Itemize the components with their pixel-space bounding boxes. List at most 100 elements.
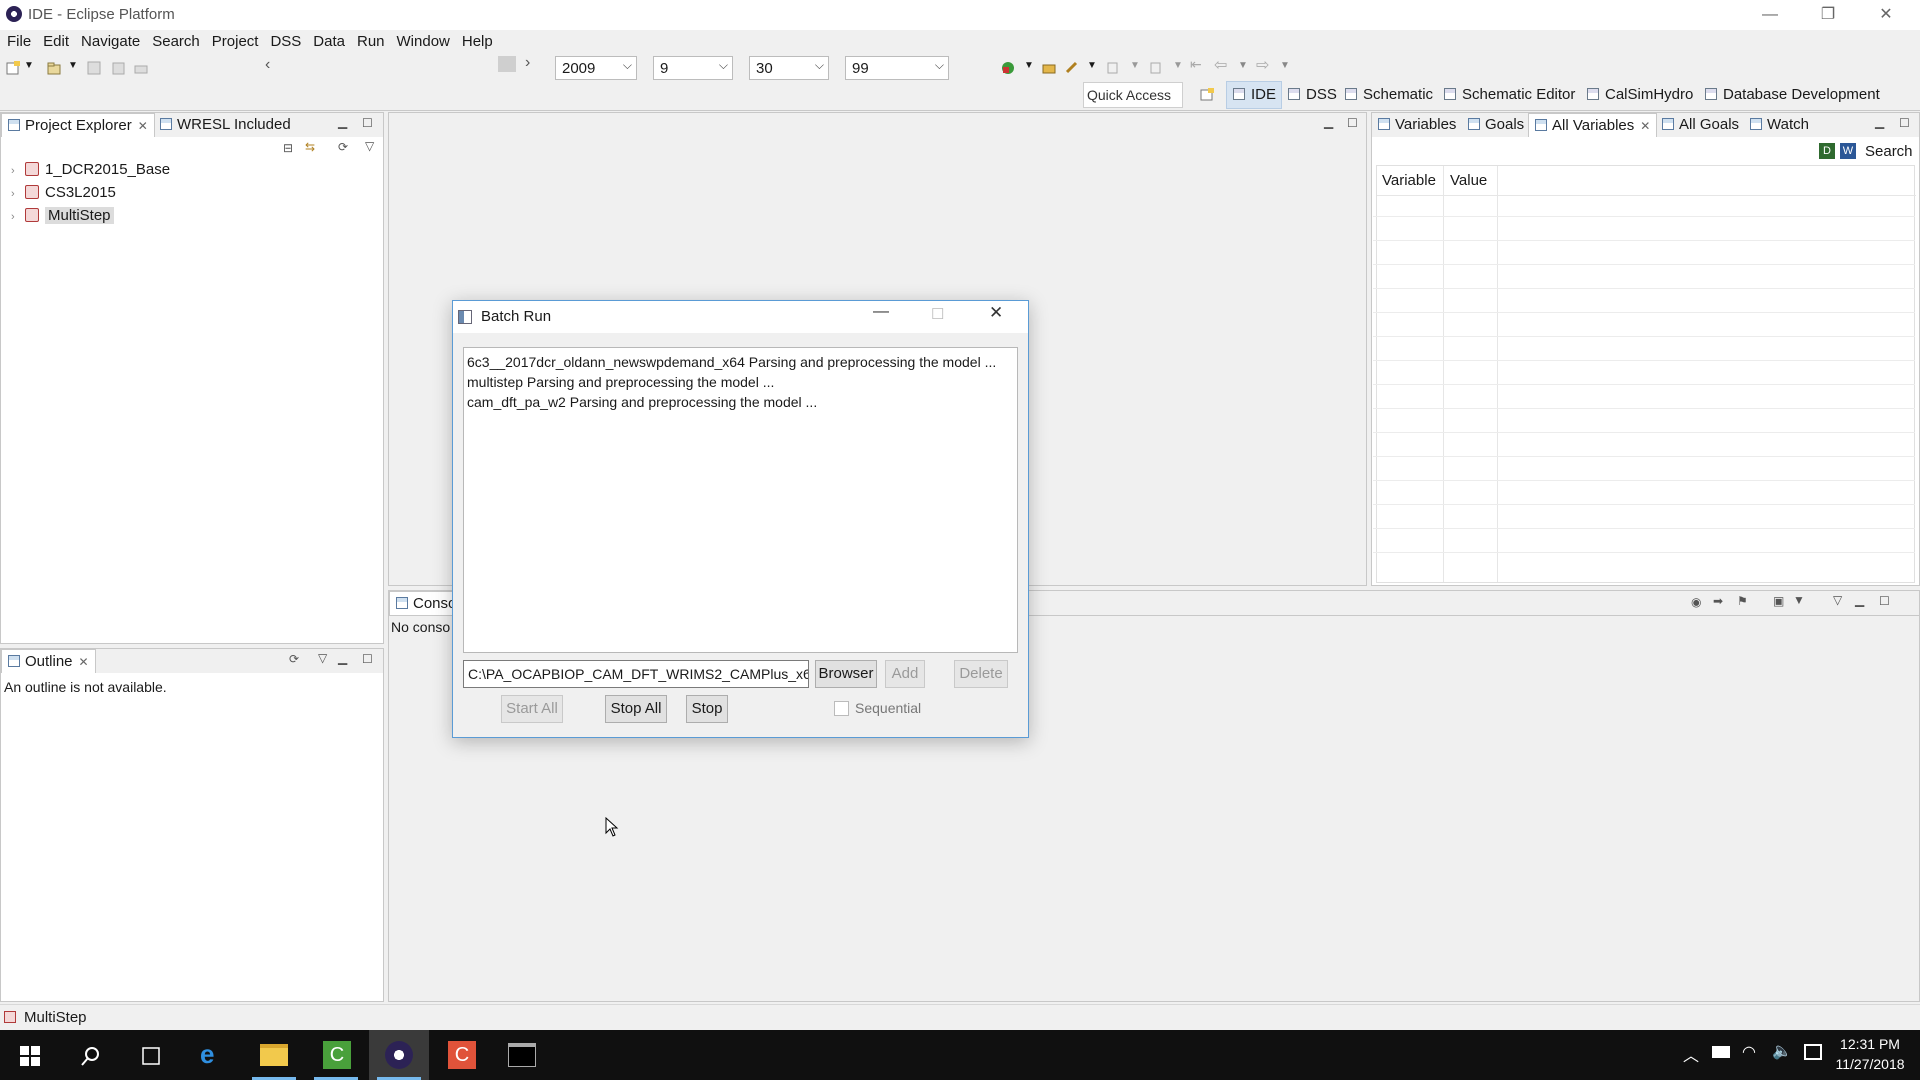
menu-help[interactable]: Help bbox=[455, 30, 498, 50]
sync-icon[interactable]: ⟳ bbox=[289, 652, 299, 666]
maximize-view-icon[interactable]: ☐ bbox=[362, 116, 373, 130]
close-icon[interactable]: ✕ bbox=[79, 655, 89, 669]
open-folder-icon[interactable] bbox=[1041, 60, 1057, 76]
minimize-view-icon[interactable]: ▁ bbox=[1855, 593, 1864, 607]
batch-log[interactable]: 6c3__2017dcr_oldann_newswpdemand_x64 Par… bbox=[463, 347, 1018, 653]
collapse-all-icon[interactable]: ⊟ bbox=[283, 141, 293, 155]
path-input[interactable]: C:\PA_OCAPBIOP_CAM_DFT_WRIMS2_CAMPlus_x6… bbox=[463, 660, 809, 688]
expand-icon[interactable]: › bbox=[11, 211, 25, 223]
wifi-icon[interactable]: ◠ bbox=[1742, 1042, 1756, 1062]
list-item[interactable]: › MultiStep bbox=[11, 207, 114, 229]
minimize-view-icon[interactable]: ▁ bbox=[338, 651, 347, 665]
dss-icon[interactable] bbox=[498, 56, 516, 72]
restore-button[interactable]: ❐ bbox=[1799, 0, 1857, 30]
run-dropdown-icon[interactable]: ▼ bbox=[1024, 60, 1034, 71]
menu-window[interactable]: Window bbox=[390, 30, 455, 50]
minimize-view-icon[interactable]: ▁ bbox=[1324, 115, 1333, 129]
start-all-button[interactable]: Start All bbox=[501, 695, 563, 723]
new-project-dropdown-icon[interactable]: ▼ bbox=[68, 60, 78, 71]
expand-icon[interactable]: › bbox=[11, 188, 25, 200]
menu-edit[interactable]: Edit bbox=[36, 30, 74, 50]
tab-outline[interactable]: Outline ✕ bbox=[1, 649, 96, 673]
delete-button[interactable]: Delete bbox=[954, 660, 1008, 688]
scroll-left-icon[interactable]: ‹ bbox=[265, 56, 270, 74]
tab-watch[interactable]: Watch bbox=[1744, 113, 1815, 137]
perspective-schematic[interactable]: Schematic bbox=[1345, 86, 1433, 103]
run-icon[interactable] bbox=[1000, 60, 1016, 76]
tab-variables[interactable]: Variables bbox=[1372, 113, 1462, 137]
maximize-view-icon[interactable]: ☐ bbox=[1879, 594, 1890, 608]
display-console-icon[interactable]: ➡ bbox=[1713, 594, 1723, 608]
new-icon[interactable] bbox=[5, 60, 21, 76]
list-item[interactable]: › 1_DCR2015_Base bbox=[11, 161, 170, 183]
stop-all-button[interactable]: Stop All bbox=[605, 695, 667, 723]
new-project-icon[interactable] bbox=[46, 60, 62, 76]
tab-all-goals[interactable]: All Goals bbox=[1656, 113, 1745, 137]
task-view-icon[interactable] bbox=[140, 1046, 162, 1066]
menu-dss[interactable]: DSS bbox=[263, 30, 306, 50]
word-export-icon[interactable]: W bbox=[1840, 143, 1856, 159]
new-dropdown-icon[interactable]: ▼ bbox=[24, 60, 34, 71]
tab-all-variables[interactable]: All Variables ✕ bbox=[1528, 113, 1658, 137]
pin-console-icon[interactable]: ◉ bbox=[1691, 595, 1701, 609]
close-icon[interactable]: ✕ bbox=[138, 119, 148, 133]
terminal-taskbar-app[interactable] bbox=[492, 1030, 552, 1080]
list-item[interactable]: › CS3L2015 bbox=[11, 184, 116, 206]
expand-icon[interactable]: › bbox=[11, 165, 25, 177]
open-console-icon[interactable]: ▣ bbox=[1773, 594, 1784, 608]
tab-console[interactable]: Conso bbox=[389, 591, 459, 615]
scroll-right-icon[interactable]: › bbox=[525, 54, 530, 72]
open-perspective-icon[interactable] bbox=[1199, 87, 1215, 103]
perspective-schematic-editor[interactable]: Schematic Editor bbox=[1444, 86, 1575, 103]
dialog-minimize-button[interactable]: — bbox=[873, 303, 889, 321]
tab-wresl-included[interactable]: WRESL Included bbox=[154, 113, 297, 137]
edge-taskbar-app[interactable]: e bbox=[183, 1030, 243, 1080]
clock-date[interactable]: 11/27/2018 bbox=[1825, 1056, 1915, 1072]
maximize-view-icon[interactable]: ☐ bbox=[1347, 116, 1358, 130]
windows-start-icon[interactable] bbox=[20, 1046, 40, 1066]
camtasia-taskbar-app[interactable]: C bbox=[306, 1030, 366, 1080]
add-button[interactable]: Add bbox=[885, 660, 925, 688]
perspective-ide[interactable]: IDE bbox=[1233, 86, 1276, 103]
search-tool-icon[interactable] bbox=[1064, 60, 1080, 76]
perspective-database-development[interactable]: Database Development bbox=[1705, 86, 1880, 103]
remove-launch-icon[interactable]: ⚑ bbox=[1737, 594, 1748, 608]
dialog-close-button[interactable]: ✕ bbox=[989, 303, 1003, 323]
sequential-checkbox[interactable] bbox=[834, 701, 849, 716]
maximize-view-icon[interactable]: ☐ bbox=[362, 652, 373, 666]
menu-file[interactable]: File bbox=[0, 30, 36, 50]
show-hidden-icons-icon[interactable]: ︿ bbox=[1683, 1042, 1699, 1066]
search-icon[interactable] bbox=[80, 1045, 102, 1067]
search-tool-dropdown-icon[interactable]: ▼ bbox=[1087, 60, 1097, 71]
minimize-view-icon[interactable]: ▁ bbox=[338, 115, 347, 129]
search-button[interactable]: Search bbox=[1865, 143, 1913, 160]
value-select[interactable]: 99 ⌵ bbox=[845, 56, 949, 80]
file-explorer-taskbar-app[interactable] bbox=[244, 1030, 304, 1080]
browser-button[interactable]: Browser bbox=[815, 660, 877, 688]
volume-icon[interactable]: 🔈 bbox=[1772, 1041, 1792, 1061]
menu-navigate[interactable]: Navigate bbox=[74, 30, 145, 50]
eclipse-taskbar-app[interactable] bbox=[369, 1030, 429, 1080]
close-icon[interactable]: ✕ bbox=[1640, 119, 1650, 133]
open-console-dropdown-icon[interactable]: ▼ bbox=[1793, 593, 1805, 607]
view-menu-icon[interactable]: ▽ bbox=[1833, 593, 1842, 607]
maximize-view-icon[interactable]: ☐ bbox=[1899, 116, 1910, 130]
perspective-dss[interactable]: DSS bbox=[1288, 86, 1337, 103]
view-menu-icon[interactable]: ▽ bbox=[318, 651, 327, 665]
year-select[interactable]: 2009 ⌵ bbox=[555, 56, 637, 80]
column-value[interactable]: Value bbox=[1450, 172, 1487, 189]
clock-time[interactable]: 12:31 PM bbox=[1825, 1036, 1915, 1052]
sync-icon[interactable]: ⟳ bbox=[338, 140, 348, 154]
menu-project[interactable]: Project bbox=[205, 30, 264, 50]
minimize-view-icon[interactable]: ▁ bbox=[1875, 115, 1884, 129]
tab-goals[interactable]: Goals bbox=[1462, 113, 1530, 137]
camtasia-recorder-taskbar-app[interactable]: C bbox=[431, 1030, 491, 1080]
close-button[interactable]: ✕ bbox=[1857, 0, 1915, 30]
dss-export-icon[interactable]: D bbox=[1819, 143, 1835, 159]
menu-data[interactable]: Data bbox=[306, 30, 350, 50]
month-select[interactable]: 9 ⌵ bbox=[653, 56, 733, 80]
battery-icon[interactable] bbox=[1712, 1046, 1730, 1058]
view-menu-icon[interactable]: ▽ bbox=[365, 139, 374, 153]
minimize-button[interactable]: — bbox=[1741, 0, 1799, 30]
tab-project-explorer[interactable]: Project Explorer ✕ bbox=[1, 113, 155, 137]
